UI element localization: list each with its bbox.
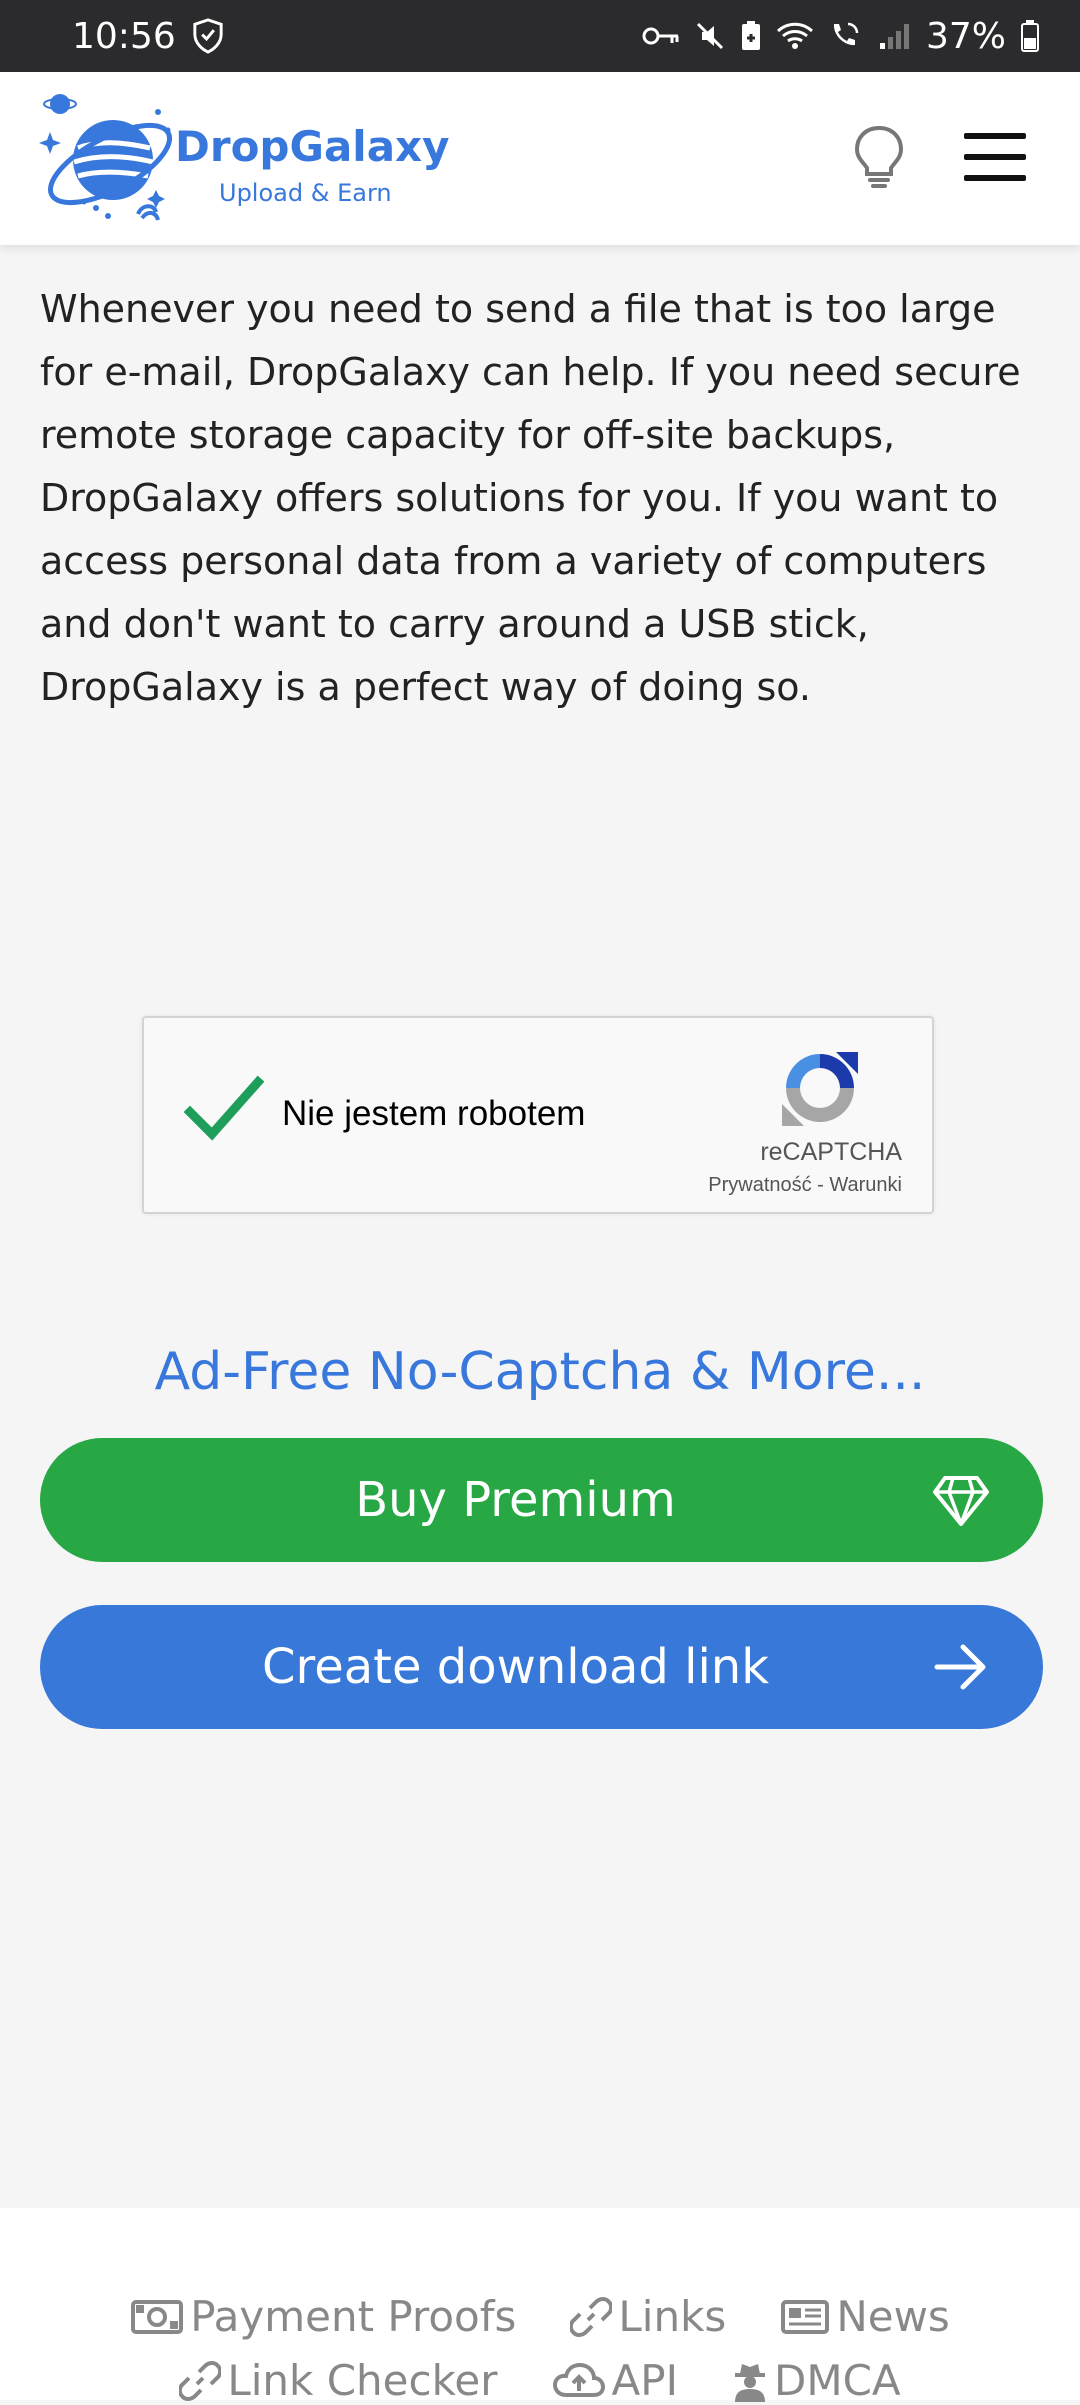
cloud-upload-icon [552, 2362, 605, 2397]
footer-link-api[interactable]: API [552, 2356, 678, 2405]
hamburger-menu-icon[interactable] [962, 127, 1028, 187]
wifi-calling-icon [833, 22, 859, 46]
recaptcha-logo-icon [782, 1052, 858, 1126]
footer-link-label: News [836, 2292, 950, 2341]
arrow-right-icon [934, 1644, 986, 1690]
battery-percent: 37% [925, 15, 1006, 57]
footer-link-label: Link Checker [227, 2356, 498, 2405]
money-icon [131, 2299, 184, 2334]
footer-link-news[interactable]: News [780, 2292, 950, 2341]
brand-name[interactable]: DropGalaxy [175, 122, 450, 171]
key-icon [642, 27, 679, 45]
site-header: DropGalaxy Upload & Earn [0, 72, 1080, 245]
create-download-link-button[interactable]: Create download link [40, 1605, 1043, 1729]
recaptcha-brand: reCAPTCHA [760, 1138, 902, 1166]
footer-link-label: Links [618, 2292, 727, 2341]
recaptcha-widget[interactable]: Nie jestem robotem reCAPTCHA Prywatność … [142, 1016, 934, 1214]
footer-link-dmca[interactable]: DMCA [732, 2356, 901, 2405]
wifi-icon [776, 22, 813, 49]
intro-text: Whenever you need to send a file that is… [40, 287, 1021, 709]
recaptcha-label[interactable]: Nie jestem robotem [282, 1094, 585, 1134]
user-secret-icon [734, 2363, 765, 2402]
buy-premium-label: Buy Premium [355, 1472, 676, 1528]
footer-link-links[interactable]: Links [570, 2292, 726, 2341]
footer-row-2: Link Checker API DMCA [0, 2356, 1080, 2405]
recaptcha-privacy-terms-links[interactable]: Prywatność - Warunki [708, 1174, 902, 1197]
promo-headline[interactable]: Ad-Free No-Captcha & More... [0, 1342, 1080, 1402]
link-icon [570, 2296, 613, 2337]
checkmark-icon[interactable] [184, 1074, 264, 1144]
status-time: 10:56 [72, 15, 176, 57]
lightbulb-icon[interactable] [852, 124, 906, 190]
battery-saver-icon [741, 21, 760, 50]
footer-row-1: Payment Proofs Links News [0, 2292, 1080, 2341]
footer-link-payment-proofs[interactable]: Payment Proofs [130, 2292, 516, 2341]
brand-tagline: Upload & Earn [219, 179, 392, 207]
footer-link-label: API [611, 2356, 678, 2405]
buy-premium-button[interactable]: Buy Premium [40, 1438, 1043, 1562]
create-download-link-label: Create download link [262, 1639, 769, 1695]
shield-icon [193, 18, 223, 54]
signal-icon [879, 24, 909, 49]
footer-link-label: DMCA [773, 2356, 901, 2405]
mute-icon [696, 22, 724, 50]
diamond-icon [933, 1476, 989, 1526]
battery-icon [1021, 20, 1039, 52]
footer-link-link-checker[interactable]: Link Checker [179, 2356, 498, 2405]
galaxy-logo-icon[interactable] [38, 90, 178, 225]
site-footer: Payment Proofs Links News Link Checker A… [0, 2208, 1080, 2405]
link-icon [179, 2360, 222, 2401]
newspaper-icon [781, 2299, 830, 2334]
status-bar: 10:56 37% [0, 0, 1080, 72]
footer-link-label: Payment Proofs [190, 2292, 517, 2341]
